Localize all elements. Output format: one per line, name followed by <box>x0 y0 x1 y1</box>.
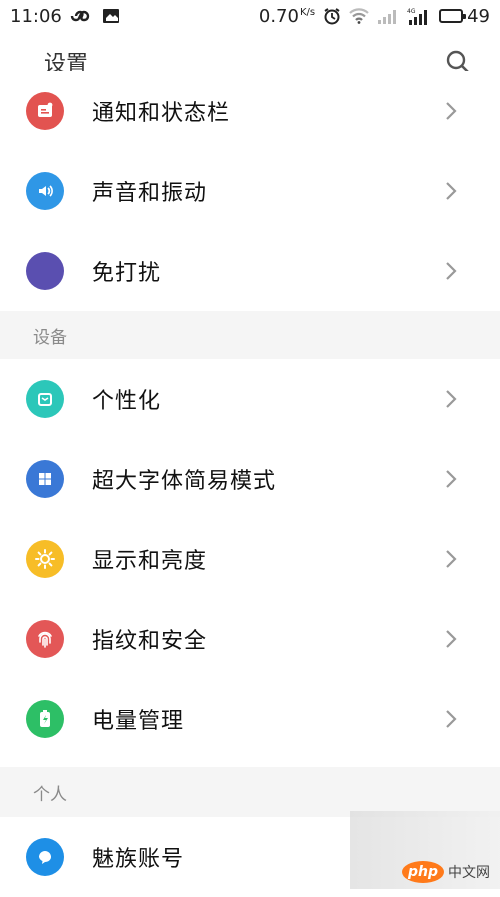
chevron-right-icon <box>446 182 457 200</box>
watermark-logo: php 中文网 <box>401 861 490 883</box>
settings-item-label: 通知和状态栏 <box>92 101 231 126</box>
network-speed-unit: K/s <box>299 6 316 18</box>
section-header-device: 设备 <box>0 311 500 359</box>
settings-item-personalization[interactable]: 个性化 <box>0 359 500 439</box>
battery-indicator: 49 <box>439 6 490 27</box>
fingerprint-icon <box>26 620 64 658</box>
signal-2-icon: 4G <box>407 7 431 25</box>
sun-icon <box>26 540 64 578</box>
chevron-right-icon <box>446 550 457 568</box>
speaker-icon <box>26 172 64 210</box>
signal-1-icon <box>377 8 399 24</box>
watermark-brand: php <box>401 861 444 883</box>
chevron-right-icon <box>446 262 457 280</box>
chevron-right-icon <box>446 630 457 648</box>
status-bar-right: 0.70 K/s 4G 49 <box>259 6 490 27</box>
alarm-icon <box>323 7 341 25</box>
settings-item-label: 超大字体简易模式 <box>92 469 277 494</box>
settings-item-fingerprint[interactable]: 指纹和安全 <box>0 599 500 679</box>
status-time: 11:06 <box>10 5 62 27</box>
chevron-right-icon <box>446 102 457 120</box>
chevron-right-icon <box>446 710 457 728</box>
theme-icon <box>26 380 64 418</box>
settings-item-sound[interactable]: 声音和振动 <box>0 151 500 231</box>
wifi-icon <box>349 8 369 24</box>
settings-item-label: 个性化 <box>92 389 162 414</box>
settings-item-label: 魅族账号 <box>92 847 185 872</box>
settings-item-do-not-disturb[interactable]: 免打扰 <box>0 231 500 311</box>
settings-list-group-1: 通知和状态栏 声音和振动 免打扰 <box>0 71 500 311</box>
infinity-icon <box>70 9 94 23</box>
chevron-right-icon <box>446 470 457 488</box>
settings-item-notifications[interactable]: 通知和状态栏 <box>0 71 500 151</box>
settings-item-label: 声音和振动 <box>92 181 208 206</box>
svg-text:4G: 4G <box>407 8 416 15</box>
settings-item-label: 指纹和安全 <box>92 629 208 654</box>
watermark-text: 中文网 <box>448 865 490 881</box>
chevron-right-icon <box>446 390 457 408</box>
watermark: php 中文网 <box>350 811 500 889</box>
image-notification-icon <box>102 8 120 24</box>
grid-icon <box>26 460 64 498</box>
battery-icon <box>439 9 467 23</box>
network-speed: 0.70 K/s <box>259 6 315 27</box>
network-speed-value: 0.70 <box>258 5 299 27</box>
settings-item-label: 电量管理 <box>92 709 185 734</box>
settings-item-large-font-mode[interactable]: 超大字体简易模式 <box>0 439 500 519</box>
settings-item-label: 免打扰 <box>92 261 162 286</box>
settings-item-battery[interactable]: 电量管理 <box>0 679 500 759</box>
settings-list-group-2: 设备 个性化 超大字体简易模式 显示和亮度 指纹和安全 电量管理 <box>0 311 500 759</box>
settings-item-label: 显示和亮度 <box>92 549 208 574</box>
status-bar-left: 11:06 <box>10 6 120 27</box>
section-header-personal: 个人 <box>0 767 500 817</box>
battery-percent: 49 <box>467 5 490 27</box>
status-bar: 11:06 0.70 K/s 4G 49 <box>0 0 500 32</box>
moon-icon <box>26 252 64 290</box>
battery-icon <box>26 700 64 738</box>
notification-icon <box>26 92 64 130</box>
account-icon <box>26 838 64 876</box>
settings-item-display[interactable]: 显示和亮度 <box>0 519 500 599</box>
